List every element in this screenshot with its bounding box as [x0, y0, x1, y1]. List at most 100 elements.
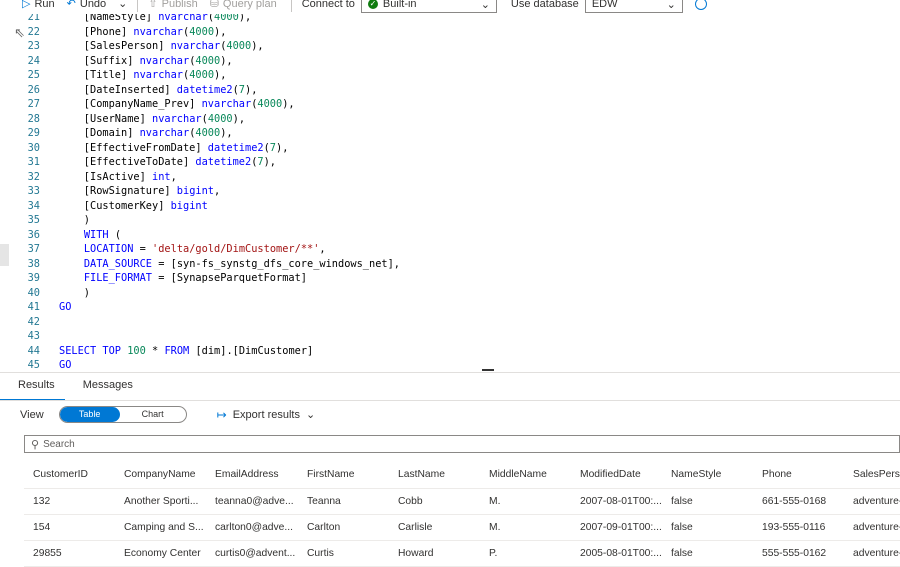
code-text: ) — [59, 214, 90, 226]
use-database-label: Use database — [510, 0, 579, 10]
check-circle-icon: ✓ — [367, 0, 378, 9]
search-input[interactable]: ⚲ Search — [24, 435, 900, 453]
gutter-marker — [0, 244, 9, 266]
column-header[interactable]: LastName — [398, 461, 486, 488]
run-button[interactable]: ▷ Run — [22, 0, 55, 10]
code-text: [IsActive] int, — [59, 170, 177, 183]
column-header[interactable]: MiddleName — [489, 461, 577, 488]
column-header[interactable]: CompanyName — [124, 461, 212, 488]
column-header[interactable]: ModifiedDate — [580, 461, 668, 488]
table-cell[interactable]: false — [671, 541, 759, 566]
table-cell[interactable]: 132 — [33, 489, 121, 514]
table-cell[interactable]: carlton0@adve... — [215, 515, 303, 540]
results-grid: CustomerID CompanyName EmailAddress FirstNa… — [24, 461, 900, 567]
database-select[interactable]: EDW ⌄ — [584, 0, 683, 13]
table-cell[interactable]: Howard — [398, 541, 486, 566]
code-text: [Domain] nvarchar(4000), — [59, 127, 233, 139]
pane-resize-handle[interactable] — [482, 369, 494, 371]
column-header[interactable]: CustomerID — [33, 461, 121, 488]
table-cell[interactable]: 193-555-0116 — [762, 515, 850, 540]
table-cell[interactable]: 2005-08-01T00:... — [580, 541, 668, 566]
table-cell[interactable]: false — [671, 515, 759, 540]
chevron-down-icon: ⌄ — [480, 0, 490, 11]
table-cell[interactable]: 2007-08-01T00:... — [580, 489, 668, 514]
table-row[interactable]: 154 Camping and S... carlton0@adve... Carlt… — [24, 515, 900, 541]
code-text: [Phone] nvarchar(4000), — [59, 25, 227, 38]
code-text: GO — [59, 359, 72, 370]
table-cell[interactable]: false — [671, 489, 759, 514]
results-tabs: Results Messages — [0, 373, 143, 401]
tab-results[interactable]: Results — [0, 373, 65, 401]
table-cell[interactable]: 661-555-0168 — [762, 489, 850, 514]
tab-messages[interactable]: Messages — [65, 373, 143, 399]
line-number: 28 — [27, 112, 40, 125]
publish-button[interactable]: ⇧ Publish — [148, 0, 197, 10]
table-cell[interactable]: M. — [489, 489, 577, 514]
view-toggle[interactable]: Table Chart — [58, 406, 187, 423]
toggle-table[interactable]: Table — [59, 407, 120, 422]
table-cell[interactable]: Carlisle — [398, 515, 486, 540]
table-cell[interactable]: Camping and S... — [124, 515, 212, 540]
table-cell[interactable]: 555-555-0162 — [762, 541, 850, 566]
line-number: 36 — [27, 228, 40, 241]
sql-editor[interactable]: ⇖ 21 [NameStyle] nvarchar(4000), 22 [Phon… — [0, 14, 900, 370]
table-cell[interactable]: P. — [489, 541, 577, 566]
line-number: 39 — [27, 272, 40, 284]
table-cell[interactable]: adventure- — [853, 515, 900, 540]
column-header[interactable]: FirstName — [307, 461, 395, 488]
line-number: 38 — [27, 257, 40, 270]
table-cell[interactable]: curtis0@advent... — [215, 541, 303, 566]
line-number: 44 — [27, 344, 40, 357]
column-header[interactable]: EmailAddress — [215, 461, 303, 488]
connect-to-select[interactable]: ✓ Built-in ⌄ — [360, 0, 497, 13]
run-label: Run — [34, 0, 55, 10]
toggle-chart[interactable]: Chart — [120, 407, 186, 422]
chevron-down-icon: ⌄ — [305, 409, 316, 421]
search-icon: ⚲ — [31, 438, 40, 451]
column-header[interactable]: SalesPerso — [853, 461, 900, 488]
code-text: [CustomerKey] bigint — [59, 199, 208, 212]
code-text: [Title] nvarchar(4000), — [59, 69, 227, 81]
publish-icon: ⇧ — [148, 0, 158, 10]
table-row[interactable]: 29855 Economy Center curtis0@advent... Curt… — [24, 541, 900, 567]
table-cell[interactable]: 154 — [33, 515, 121, 540]
code-text: WITH ( — [83, 228, 122, 241]
query-plan-button[interactable]: ⛁ Query plan — [210, 0, 277, 10]
column-header[interactable]: Phone — [762, 461, 850, 488]
table-cell[interactable]: teanna0@adve... — [215, 489, 303, 514]
table-cell[interactable]: Another Sporti... — [124, 489, 212, 514]
table-header-row: CustomerID CompanyName EmailAddress FirstNa… — [24, 461, 900, 489]
table-cell[interactable]: Carlton — [307, 515, 395, 540]
table-cell[interactable]: adventure- — [853, 489, 900, 514]
table-cell[interactable]: Cobb — [398, 489, 486, 514]
tabs-divider — [0, 400, 900, 401]
code-text: [EffectiveToDate] datetime2(7), — [59, 156, 276, 168]
column-header[interactable]: NameStyle — [671, 461, 759, 488]
table-cell[interactable]: M. — [489, 515, 577, 540]
export-results-button[interactable]: ↦ Export results ⌄ — [217, 408, 316, 422]
line-number: 45 — [27, 359, 40, 370]
connect-to-value: Built-in — [382, 0, 417, 10]
table-cell[interactable]: 29855 — [33, 541, 121, 566]
code-text: ) — [59, 286, 90, 299]
undo-label: Undo — [79, 0, 107, 10]
line-number: 33 — [27, 185, 40, 197]
publish-label: Publish — [161, 0, 198, 10]
refresh-icon[interactable] — [694, 0, 707, 10]
table-row[interactable]: 132 Another Sporti... teanna0@adve... Teann… — [24, 489, 900, 515]
table-cell[interactable]: Curtis — [307, 541, 395, 566]
code-text: [CompanyName_Prev] nvarchar(4000), — [59, 98, 295, 110]
code-text: [NameStyle] nvarchar(4000), — [59, 14, 252, 23]
code-text: SELECT TOP 100 * FROM [dim].[DimCustomer… — [59, 344, 314, 357]
line-number: 42 — [27, 315, 40, 328]
table-cell[interactable]: Economy Center — [124, 541, 212, 566]
line-number: 23 — [27, 40, 40, 52]
editor-toolbar: ▷ Run ↶ Undo ⌄ ⇧ Publish ⛁ Query plan Co… — [0, 0, 900, 14]
view-label: View — [20, 408, 44, 421]
undo-button[interactable]: ↶ Undo — [67, 0, 107, 10]
table-cell[interactable]: adventure- — [853, 541, 900, 566]
table-cell[interactable]: 2007-09-01T00:... — [580, 515, 668, 540]
code-text: [DateInserted] datetime2(7), — [59, 83, 258, 96]
table-cell[interactable]: Teanna — [307, 489, 395, 514]
chevron-down-icon[interactable]: ⌄ — [118, 0, 127, 10]
